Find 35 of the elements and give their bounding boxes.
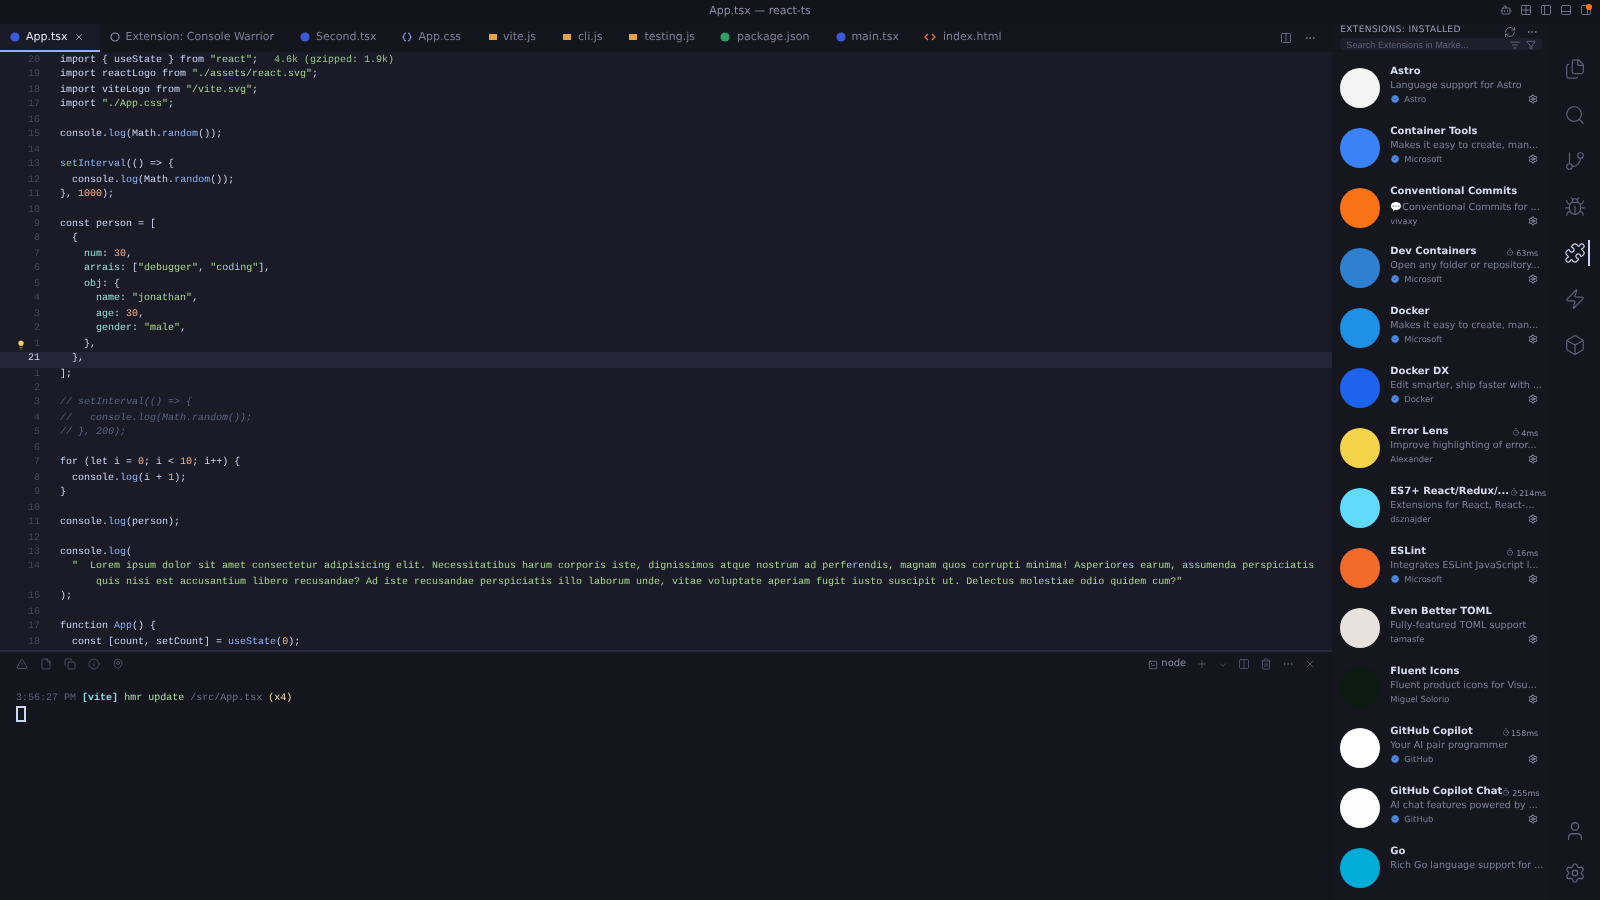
split-editor-icon[interactable] — [1280, 32, 1293, 44]
file-type-icon — [562, 32, 573, 42]
file-type-icon — [487, 32, 498, 42]
account-icon[interactable] — [1564, 820, 1587, 842]
file-type-icon — [628, 32, 639, 42]
terminal-cursor — [16, 706, 26, 722]
robot-icon[interactable] — [1500, 4, 1512, 16]
panel-bottom-icon[interactable] — [1560, 4, 1572, 16]
settings-icon[interactable] — [1564, 862, 1587, 884]
file-icon[interactable] — [40, 658, 52, 670]
refresh-icon[interactable] — [1504, 25, 1517, 38]
search-icon[interactable] — [1561, 102, 1590, 128]
terminal-icon — [1147, 659, 1158, 669]
file-type-icon — [720, 32, 731, 42]
puzzle-icon[interactable] — [1561, 240, 1590, 266]
lightbulb-icon[interactable] — [16, 339, 26, 350]
pin-icon[interactable] — [112, 658, 124, 670]
files-icon[interactable] — [1561, 56, 1590, 82]
box-icon[interactable] — [1561, 332, 1590, 358]
filter-icon[interactable] — [1526, 39, 1537, 50]
grid-icon[interactable] — [1520, 4, 1532, 16]
warning-icon[interactable] — [16, 658, 28, 670]
panel-left-icon[interactable] — [1540, 4, 1552, 16]
copy-icon[interactable] — [64, 658, 76, 670]
trash-icon[interactable] — [1260, 658, 1273, 670]
branch-icon[interactable] — [1561, 148, 1590, 174]
bug-icon[interactable] — [1561, 194, 1590, 220]
split-terminal-icon[interactable] — [1238, 658, 1251, 670]
braces-icon — [402, 32, 413, 42]
file-type-icon — [300, 32, 311, 42]
lightning-icon[interactable] — [1561, 286, 1590, 312]
file-type-icon — [10, 32, 20, 42]
panel-right-icon[interactable] — [1580, 4, 1592, 16]
file-type-icon — [835, 32, 846, 42]
code-icon — [924, 32, 937, 42]
